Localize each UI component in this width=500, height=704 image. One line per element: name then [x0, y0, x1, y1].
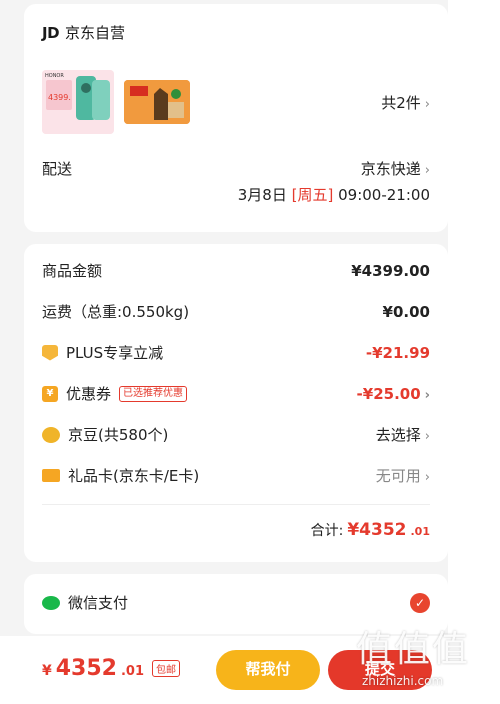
- shipping-fee: ¥0.00: [382, 302, 430, 321]
- pay-for-me-button[interactable]: 帮我付: [216, 650, 320, 690]
- svg-text:HONOR: HONOR: [45, 73, 64, 79]
- gift-card-icon: [42, 469, 60, 482]
- bottom-action-bar: ¥ 4352 .01 包邮 帮我付 提交: [0, 636, 500, 704]
- lego-box-image-icon: [124, 80, 190, 124]
- chevron-right-icon: ›: [424, 429, 430, 444]
- price-summary-card: 商品金额 ¥4399.00 运费（总重:0.550kg) ¥0.00 PLUS专…: [24, 244, 448, 562]
- order-items-card: JD 京东自营 HONOR 4399. 共2件 › 配送 京东快递 › 3月8日…: [24, 4, 448, 232]
- product-thumb-lego[interactable]: [124, 80, 190, 124]
- phone-image-icon: HONOR 4399.: [42, 70, 114, 134]
- product-thumb-phone[interactable]: HONOR 4399.: [42, 70, 114, 134]
- chevron-right-icon: ›: [424, 97, 430, 112]
- jingdou-select: 去选择: [375, 426, 421, 444]
- order-total: 合计: ¥4352.01: [310, 520, 430, 540]
- delivery-time[interactable]: 3月8日 [周五] 09:00-21:00: [238, 184, 430, 205]
- coupon-icon: ¥: [42, 385, 58, 402]
- shipping-row: 运费（总重:0.550kg) ¥0.00: [42, 302, 430, 322]
- submit-order-button[interactable]: 提交: [328, 650, 432, 690]
- chevron-right-icon: ›: [424, 163, 430, 178]
- jingdou-row[interactable]: 京豆(共580个) 去选择 ›: [42, 424, 430, 445]
- delivery-label: 配送: [42, 160, 73, 178]
- coupon-discount: -¥25.00: [356, 384, 421, 403]
- giftcard-row[interactable]: 礼品卡(京东卡/E卡) 无可用 ›: [42, 465, 430, 486]
- delivery-row[interactable]: 配送 京东快递 ›: [42, 158, 430, 179]
- bottom-total-price: ¥ 4352 .01 包邮: [42, 656, 181, 681]
- free-shipping-tag: 包邮: [152, 660, 181, 677]
- delivery-method: 京东快递 ›: [360, 160, 430, 178]
- plus-discount: -¥21.99: [365, 343, 430, 362]
- divider: [42, 504, 430, 505]
- coupon-recommended-tag: 已选推荐优惠: [119, 385, 188, 402]
- shop-name: 京东自营: [65, 24, 126, 42]
- wechat-pay-row[interactable]: 微信支付 ✓: [42, 592, 430, 613]
- coupon-row[interactable]: ¥ 优惠券 已选推荐优惠 -¥25.00 ›: [42, 383, 430, 404]
- selected-check-icon[interactable]: ✓: [410, 592, 430, 613]
- wechat-icon: [42, 595, 60, 610]
- goods-amount-row: 商品金额 ¥4399.00: [42, 261, 430, 281]
- jd-logo: JD: [42, 23, 60, 42]
- plus-discount-row: PLUS专享立减 -¥21.99: [42, 342, 430, 363]
- item-count[interactable]: 共2件 ›: [381, 92, 430, 113]
- giftcard-status: 无可用: [375, 467, 421, 485]
- chevron-right-icon: ›: [424, 470, 430, 485]
- goods-amount: ¥4399.00: [351, 261, 430, 280]
- chevron-right-icon: ›: [424, 387, 430, 403]
- jingdou-bean-icon: [42, 426, 60, 443]
- payment-card[interactable]: 微信支付 ✓: [24, 574, 448, 634]
- svg-text:4399.: 4399.: [48, 93, 71, 102]
- plus-badge-icon: [42, 344, 58, 361]
- shop-title: JD 京东自营: [42, 22, 125, 43]
